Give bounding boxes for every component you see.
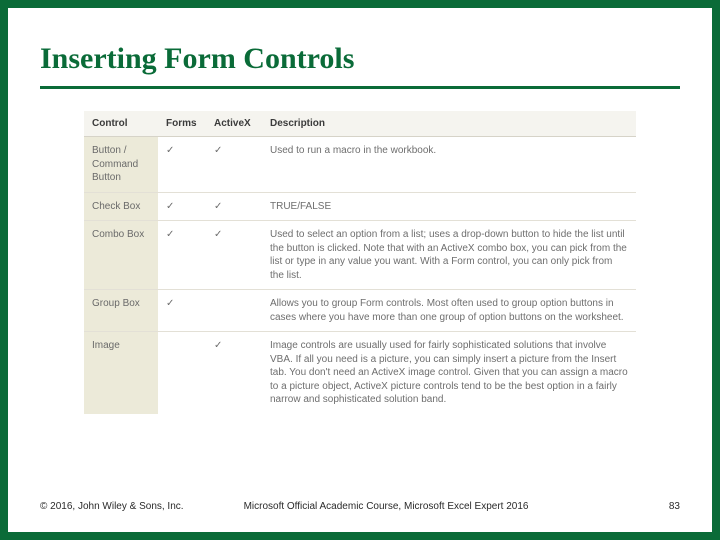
header-description: Description [262, 111, 636, 137]
cell-activex: ✓ [206, 137, 262, 193]
cell-forms: ✓ [158, 221, 206, 290]
table-header-row: Control Forms ActiveX Description [84, 111, 636, 137]
slide-area: Inserting Form Controls Control Forms Ac… [18, 18, 702, 522]
table-row: Combo Box ✓ ✓ Used to select an option f… [84, 221, 636, 290]
footer: © 2016, John Wiley & Sons, Inc. Microsof… [40, 501, 680, 512]
cell-description: TRUE/FALSE [262, 192, 636, 221]
header-control: Control [84, 111, 158, 137]
cell-activex: ✓ [206, 332, 262, 414]
header-forms: Forms [158, 111, 206, 137]
cell-control: Combo Box [84, 221, 158, 290]
table-row: Group Box ✓ Allows you to group Form con… [84, 290, 636, 332]
cell-description: Allows you to group Form controls. Most … [262, 290, 636, 332]
content-area: Inserting Form Controls Control Forms Ac… [18, 18, 702, 424]
cell-control: Image [84, 332, 158, 414]
title-underline [40, 86, 680, 89]
cell-description: Used to run a macro in the workbook. [262, 137, 636, 193]
table-container: Control Forms ActiveX Description Button… [84, 111, 636, 414]
cell-activex: ✓ [206, 192, 262, 221]
header-activex: ActiveX [206, 111, 262, 137]
cell-activex: ✓ [206, 221, 262, 290]
outer-frame: Inserting Form Controls Control Forms Ac… [8, 8, 712, 532]
table-row: Button / Command Button ✓ ✓ Used to run … [84, 137, 636, 193]
cell-forms: ✓ [158, 137, 206, 193]
cell-activex [206, 290, 262, 332]
cell-description: Used to select an option from a list; us… [262, 221, 636, 290]
footer-page: 83 [669, 501, 680, 512]
table-row: Check Box ✓ ✓ TRUE/FALSE [84, 192, 636, 221]
footer-copyright: © 2016, John Wiley & Sons, Inc. [40, 501, 184, 512]
cell-description: Image controls are usually used for fair… [262, 332, 636, 414]
cell-control: Group Box [84, 290, 158, 332]
cell-control: Button / Command Button [84, 137, 158, 193]
cell-forms: ✓ [158, 290, 206, 332]
slide-title: Inserting Form Controls [40, 42, 680, 76]
cell-control: Check Box [84, 192, 158, 221]
table-row: Image ✓ Image controls are usually used … [84, 332, 636, 414]
cell-forms [158, 332, 206, 414]
cell-forms: ✓ [158, 192, 206, 221]
controls-table: Control Forms ActiveX Description Button… [84, 111, 636, 414]
footer-course: Microsoft Official Academic Course, Micr… [184, 501, 669, 512]
